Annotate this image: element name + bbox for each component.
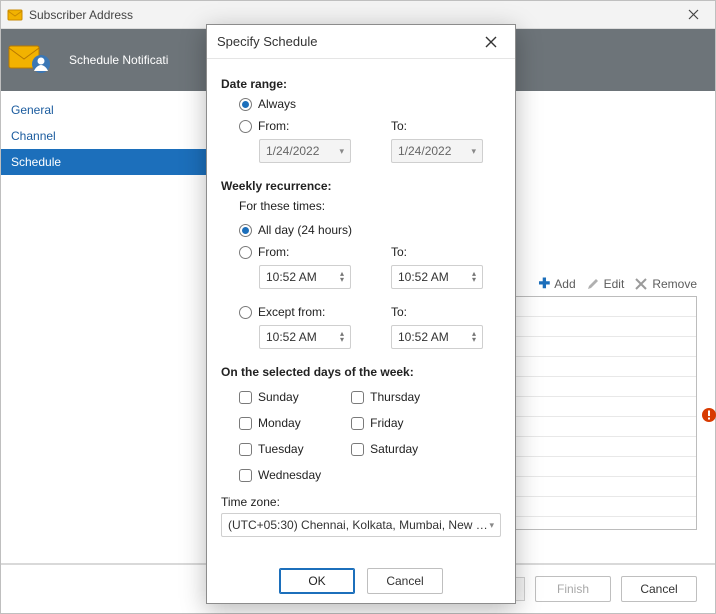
except-label: Except from: [258, 305, 325, 319]
dialog-close-button[interactable] [477, 28, 505, 56]
time-to-label: To: [391, 245, 407, 259]
remove-button[interactable]: Remove [634, 277, 697, 291]
weekly-heading: Weekly recurrence: [221, 179, 501, 193]
sidebar-item-schedule[interactable]: Schedule [1, 149, 212, 175]
date-range-heading: Date range: [221, 77, 501, 91]
monday-checkbox[interactable] [239, 417, 252, 430]
chevron-down-icon: ▾ [489, 520, 494, 531]
allday-radio[interactable] [239, 224, 252, 237]
close-button[interactable] [671, 1, 715, 29]
spinner-icon[interactable]: ▴▾ [472, 271, 476, 283]
always-radio[interactable] [239, 98, 252, 111]
dialog-body: Date range: Always From: 1/24/2022▾ To: [207, 59, 515, 559]
close-icon [485, 36, 497, 48]
tuesday-checkbox[interactable] [239, 443, 252, 456]
add-button[interactable]: ✚Add [539, 275, 576, 292]
saturday-checkbox[interactable] [351, 443, 364, 456]
sidebar-item-general[interactable]: General [1, 97, 212, 123]
except-radio[interactable] [239, 306, 252, 319]
sidebar: General Channel Schedule [1, 91, 213, 563]
date-from-input[interactable]: 1/24/2022▾ [259, 139, 351, 163]
cancel-button[interactable]: Cancel [621, 576, 697, 602]
error-icon [701, 407, 716, 423]
time-from-input[interactable]: 10:52 AM ▴▾ [259, 265, 351, 289]
ok-button[interactable]: OK [279, 568, 355, 594]
chevron-down-icon: ▾ [471, 146, 476, 157]
wednesday-checkbox[interactable] [239, 469, 252, 482]
time-from-label: From: [258, 245, 289, 259]
spinner-icon[interactable]: ▴▾ [340, 331, 344, 343]
plus-icon: ✚ [539, 275, 551, 292]
always-label: Always [258, 97, 296, 111]
time-to-input[interactable]: 10:52 AM ▴▾ [391, 265, 483, 289]
dialog-cancel-button[interactable]: Cancel [367, 568, 443, 594]
spinner-icon[interactable]: ▴▾ [472, 331, 476, 343]
time-from-radio[interactable] [239, 246, 252, 259]
except-to-label: To: [391, 305, 407, 319]
days-heading: On the selected days of the week: [221, 365, 501, 379]
dialog-title: Specify Schedule [217, 34, 317, 49]
thursday-checkbox[interactable] [351, 391, 364, 404]
finish-button[interactable]: Finish [535, 576, 611, 602]
window-title: Subscriber Address [29, 8, 133, 22]
chevron-down-icon: ▾ [339, 146, 344, 157]
banner-title: Schedule Notificati [69, 53, 168, 67]
timezone-label: Time zone: [221, 495, 501, 509]
sunday-checkbox[interactable] [239, 391, 252, 404]
except-from-input[interactable]: 10:52 AM ▴▾ [259, 325, 351, 349]
from-label: From: [258, 119, 289, 133]
dialog-footer: OK Cancel [207, 559, 515, 603]
spinner-icon[interactable]: ▴▾ [340, 271, 344, 283]
allday-label: All day (24 hours) [258, 223, 352, 237]
date-from-radio[interactable] [239, 120, 252, 133]
dialog-titlebar: Specify Schedule [207, 25, 515, 59]
edit-button[interactable]: Edit [586, 277, 625, 291]
timezone-select[interactable]: (UTC+05:30) Chennai, Kolkata, Mumbai, Ne… [221, 513, 501, 537]
banner-icon [7, 36, 55, 84]
x-icon [634, 277, 648, 291]
except-to-input[interactable]: 10:52 AM ▴▾ [391, 325, 483, 349]
specify-schedule-dialog: Specify Schedule Date range: Always From… [206, 24, 516, 604]
date-to-input[interactable]: 1/24/2022▾ [391, 139, 483, 163]
app-icon [7, 7, 23, 23]
friday-checkbox[interactable] [351, 417, 364, 430]
pencil-icon [586, 277, 600, 291]
sidebar-item-channel[interactable]: Channel [1, 123, 212, 149]
close-icon [688, 9, 699, 20]
to-label: To: [391, 119, 407, 133]
weekly-subheading: For these times: [239, 199, 501, 213]
